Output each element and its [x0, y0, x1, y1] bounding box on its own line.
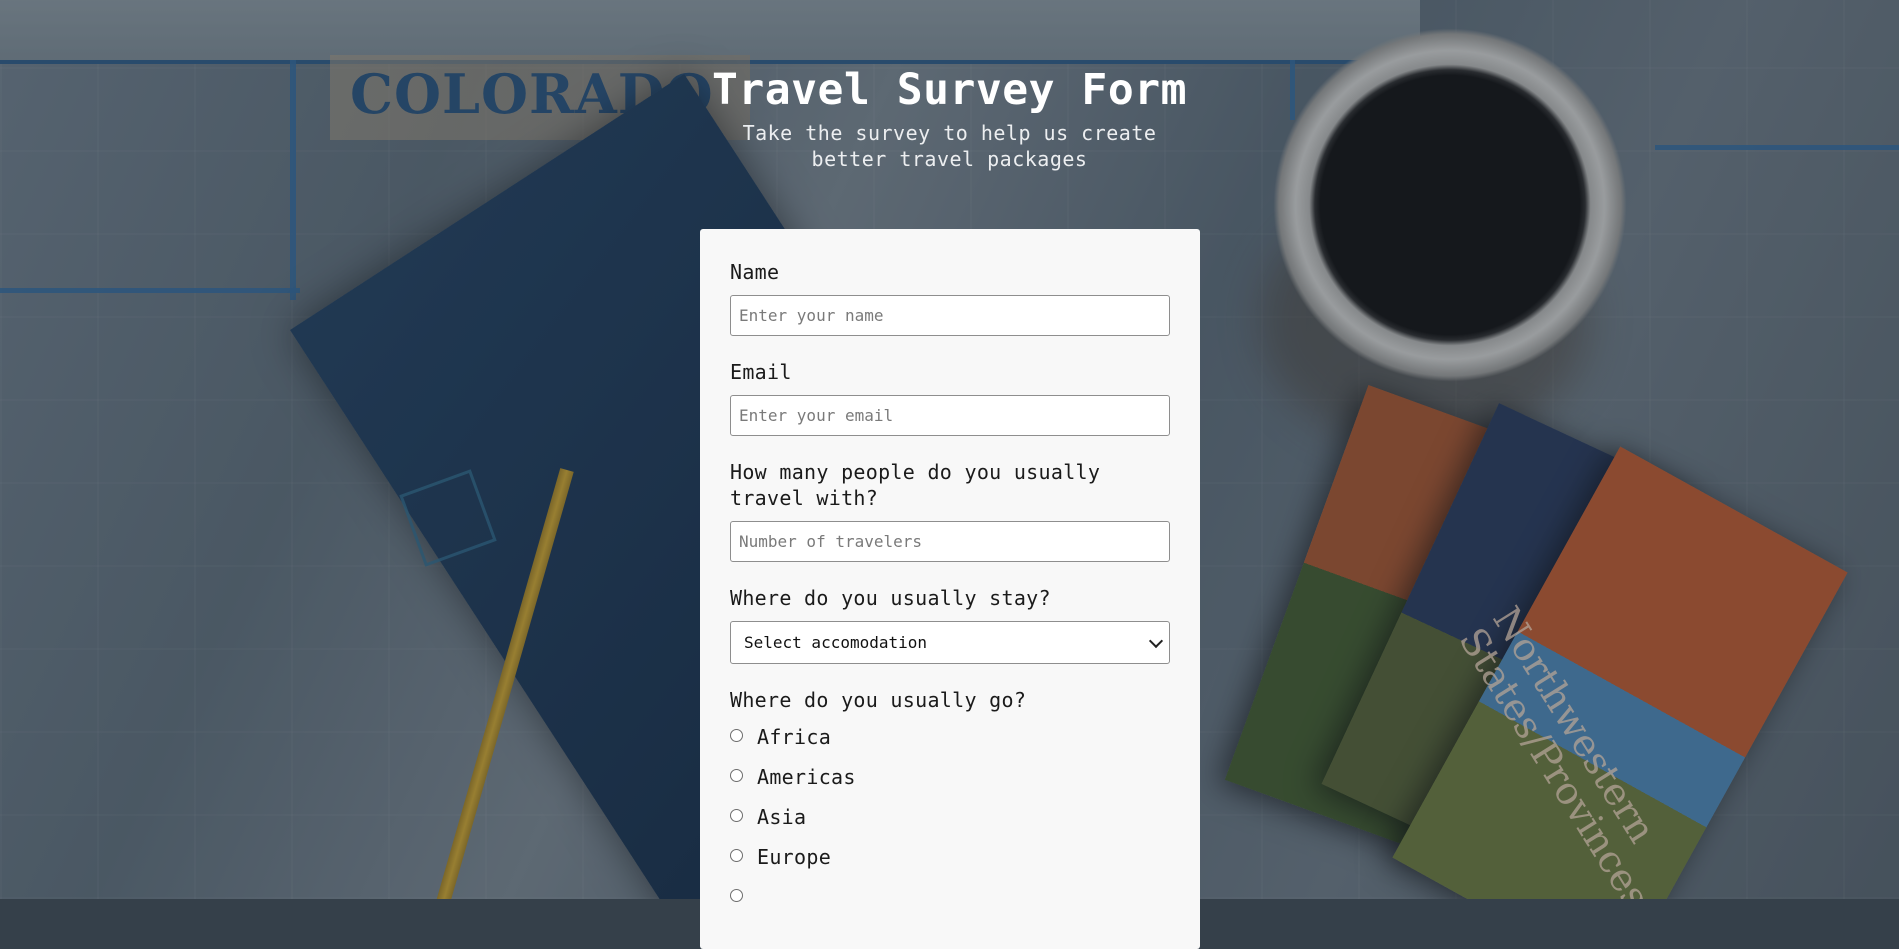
radio-button[interactable] — [730, 848, 743, 862]
radio-option-americas[interactable]: Americas — [730, 757, 1170, 797]
radio-label: Africa — [757, 725, 832, 749]
travelers-label: How many people do you usually travel wi… — [730, 460, 1101, 510]
page-header: Travel Survey Form Take the survey to he… — [0, 64, 1899, 172]
radio-option-europe[interactable]: Europe — [730, 837, 1170, 877]
survey-form: Name Email How many people do you usuall… — [700, 229, 1200, 949]
radio-label: Asia — [757, 805, 807, 829]
travelers-input[interactable] — [730, 521, 1170, 562]
radio-button[interactable] — [730, 808, 743, 822]
email-label: Email — [730, 360, 792, 384]
radio-label: Europe — [757, 845, 832, 869]
page-title: Travel Survey Form — [712, 65, 1187, 115]
radio-button[interactable] — [730, 728, 743, 742]
accommodation-select[interactable]: Select accomodation — [730, 621, 1170, 664]
destination-radio-group: Africa Americas Asia Europe — [730, 717, 1170, 917]
radio-label: Americas — [757, 765, 856, 789]
radio-option-asia[interactable]: Asia — [730, 797, 1170, 837]
accommodation-label: Where do you usually stay? — [730, 586, 1051, 610]
radio-option-africa[interactable]: Africa — [730, 717, 1170, 757]
radio-button[interactable] — [730, 768, 743, 782]
accommodation-selected-value: Select accomodation — [744, 633, 928, 652]
chevron-down-icon — [1148, 633, 1164, 649]
name-input[interactable] — [730, 295, 1170, 336]
page-description: Take the survey to help us create better… — [742, 121, 1157, 171]
name-label: Name — [730, 260, 780, 284]
radio-button[interactable] — [730, 888, 743, 902]
email-input[interactable] — [730, 395, 1170, 436]
destination-label: Where do you usually go? — [730, 688, 1027, 712]
radio-option-partial[interactable] — [730, 877, 1170, 917]
